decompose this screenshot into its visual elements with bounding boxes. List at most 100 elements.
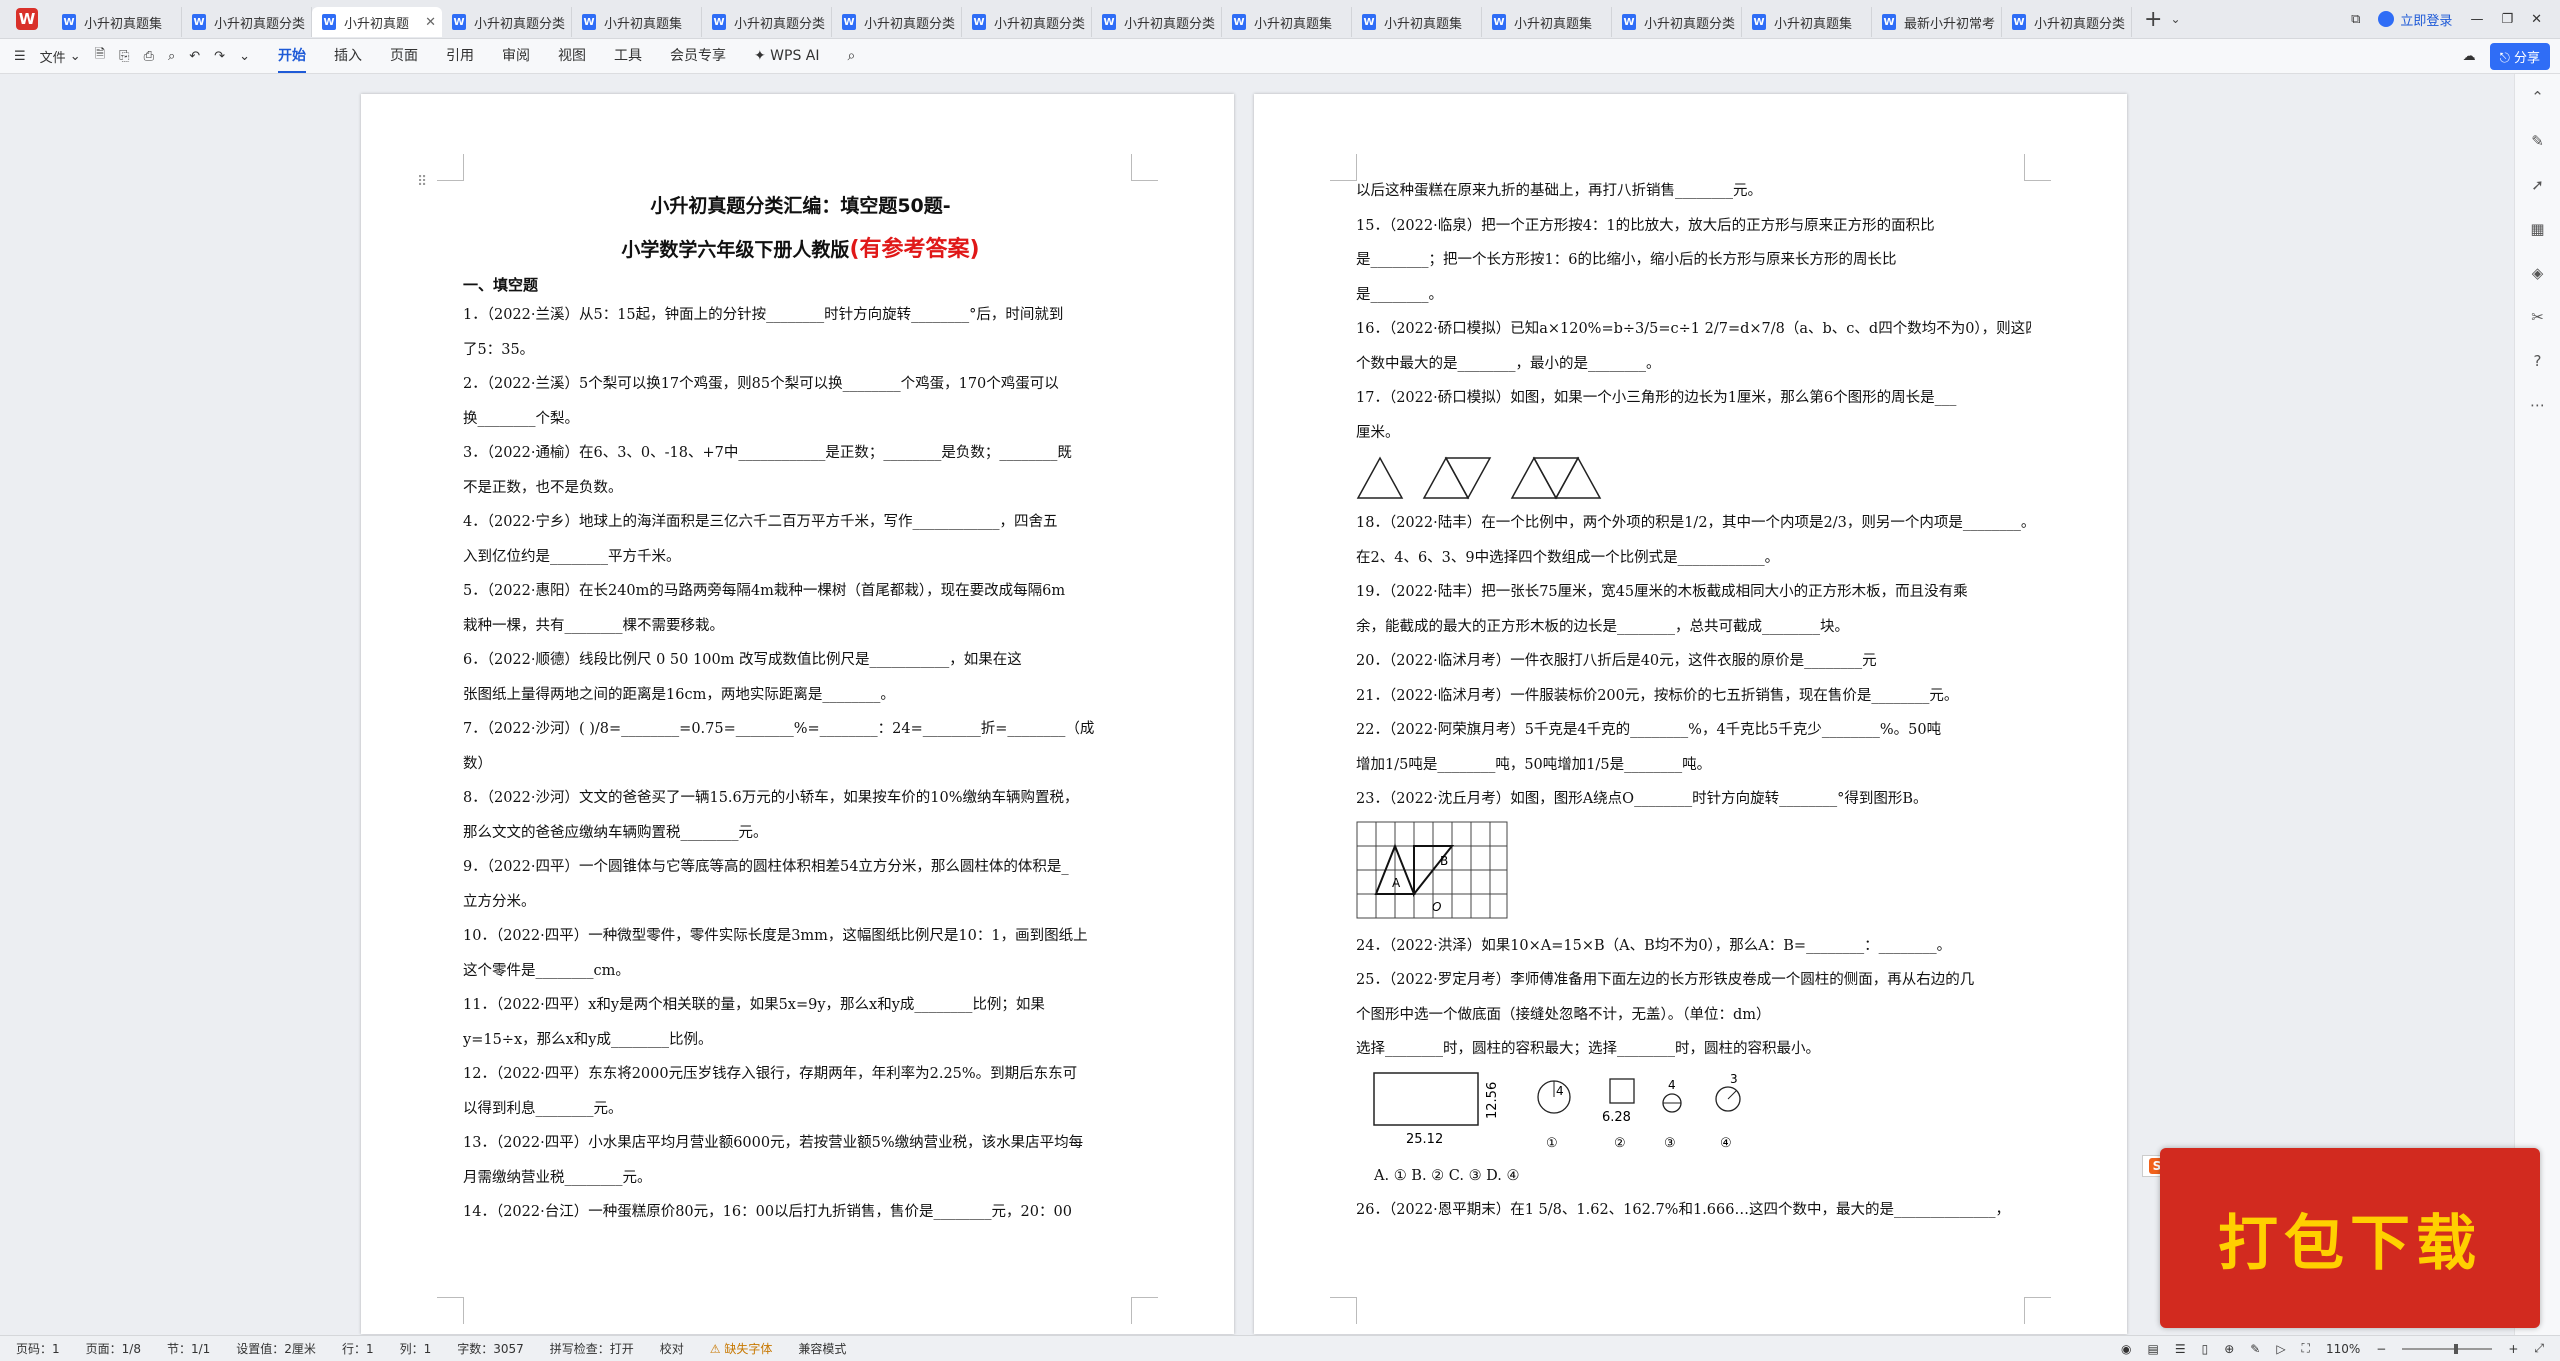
redo-icon[interactable]: ↷ (214, 49, 225, 64)
shape-icon[interactable]: ◈ (2532, 264, 2544, 282)
tab-document[interactable]: W 小升初真题分类 (1092, 7, 1222, 37)
zoom-level[interactable]: 110% (2326, 1342, 2360, 1356)
margin-corner (437, 154, 464, 181)
word-doc-icon: W (452, 14, 466, 30)
web-view-icon[interactable]: ⊕ (2224, 1342, 2234, 1356)
tab-list-chevron-icon[interactable]: ⌄ (2170, 12, 2180, 26)
tab-document[interactable]: W 小升初真题集 (1222, 7, 1352, 37)
wps-logo-icon[interactable]: W (16, 8, 38, 30)
write-mode-icon[interactable]: ✎ (2250, 1342, 2260, 1356)
margin-corner (437, 1297, 464, 1324)
export-pdf-icon[interactable]: ⎘ (119, 49, 129, 64)
minimize-icon[interactable]: — (2470, 12, 2483, 27)
outline-view-icon[interactable]: ☰ (2175, 1342, 2186, 1356)
download-banner[interactable]: 打包下载 (2160, 1148, 2540, 1328)
print-preview-icon[interactable]: ⌕ (168, 49, 175, 64)
status-word-count[interactable]: 字数：3057 (457, 1340, 524, 1357)
tab-document[interactable]: W 小升初真题分类 (702, 7, 832, 37)
read-mode-icon[interactable]: ▯ (2202, 1342, 2209, 1356)
print-icon[interactable]: ⎙ (144, 49, 154, 64)
zoom-in-icon[interactable]: + (2508, 1342, 2518, 1356)
search-icon[interactable]: ⌕ (847, 42, 855, 70)
zoom-out-icon[interactable]: − (2376, 1342, 2386, 1356)
question-line: 3．（2022·通榆）在6、3、0、-18、+7中____________是正数… (463, 445, 1072, 461)
status-proof[interactable]: 校对 (660, 1340, 684, 1357)
select-arrow-icon[interactable]: ➚ (2531, 176, 2544, 194)
tab-document[interactable]: W 小升初真题集 (572, 7, 702, 37)
ribbon-menus: 开始 插入 页面 引用 审阅 视图 工具 会员专享 (250, 39, 726, 73)
menu-tab[interactable]: 开始 (277, 39, 306, 73)
wps-ai-button[interactable]: ✦ WPS AI (754, 42, 820, 70)
menu-tab[interactable]: 视图 (558, 39, 586, 73)
tab-document[interactable]: W 最新小升初常考 (1872, 7, 2002, 37)
word-doc-icon: W (712, 14, 726, 30)
tab-document[interactable]: W 小升初真题分类 (442, 7, 572, 37)
menu-tab[interactable]: 工具 (614, 39, 642, 73)
tab-document[interactable]: W 小升初真题集 (52, 7, 182, 37)
question-line: 以后这种蛋糕在原来九折的基础上，再打八折销售________元。 (1356, 183, 1762, 199)
question-line: 14．（2022·台江）一种蛋糕原价80元，16：00以后打九折销售，售价是__… (463, 1204, 1072, 1220)
save-icon[interactable]: 🗎 (95, 45, 105, 67)
question-line: 9．（2022·四平）一个圆锥体与它等底等高的圆柱体积相差54立方分米，那么圆柱… (463, 859, 1069, 875)
question-line: 个图形中选一个做底面（接缝处忽略不计，无盖）。（单位：dm） (1356, 1006, 1771, 1023)
tab-document[interactable]: W 小升初真题集 (1482, 7, 1612, 37)
login-button[interactable]: 立即登录 (2378, 10, 2452, 29)
restore-icon[interactable]: ❐ (2501, 12, 2513, 27)
question-line: 立方分米。 (463, 893, 536, 910)
tab-document[interactable]: W 小升初真题集 (1352, 7, 1482, 37)
cylinder-figure: 25.12 12.56 4 6.28 4 3 ① ② ③ ④ (1373, 1072, 1741, 1151)
menu-tab[interactable]: 审阅 (502, 39, 530, 73)
question-line: 11．（2022·四平）x和y是两个相关联的量，如果5x=9y，那么x和y成__… (463, 997, 1045, 1013)
status-page-number[interactable]: 页码：1 (16, 1340, 60, 1357)
tab-document[interactable]: W 小升初真题分类 (832, 7, 962, 37)
tab-document[interactable]: W 小升初真题分类 (1612, 7, 1742, 37)
collapse-chevron-icon[interactable]: ⌃ (2531, 88, 2544, 106)
tools-icon[interactable]: ✂ (2531, 308, 2544, 326)
new-tab-plus-icon[interactable]: + (2144, 7, 2162, 32)
file-menu[interactable]: 文件 ⌄ (40, 47, 81, 66)
question-line: 那么文文的爸爸应缴纳车辆购置税________元。 (463, 824, 768, 841)
tab-document[interactable]: W 小升初真题分类 (2002, 7, 2132, 37)
more-icon[interactable]: ⋯ (2530, 396, 2545, 414)
document-page-2[interactable]: 以后这种蛋糕在原来九折的基础上，再打八折销售________元。 15．（2022… (1254, 94, 2127, 1334)
menu-tab[interactable]: 插入 (334, 39, 362, 73)
help-icon[interactable]: ? (2534, 352, 2542, 370)
document-page-1[interactable]: ⠿ 小升初真题分类汇编：填空题50题- 小学数学六年级下册人教版(有参考答案) … (361, 94, 1234, 1334)
tab-label: 小升初真题 (344, 16, 410, 32)
menu-tab[interactable]: 会员专享 (670, 39, 726, 73)
fullscreen-icon[interactable]: ⤢ (2534, 1341, 2544, 1356)
edit-pen-icon[interactable]: ✎ (2531, 132, 2544, 150)
tab-document[interactable]: W 小升初真题分类 (962, 7, 1092, 37)
doc-title: 小升初真题分类汇编：填空题50题- (650, 195, 951, 217)
ribbon-toolbar: ☰ 文件 ⌄ 🗎 ⎘ ⎙ ⌕ ↶ ↷ ⌄ 开始 插入 页面 引用 审阅 视图 工具 会员专享 … (0, 39, 2560, 74)
undo-icon[interactable]: ↶ (189, 49, 200, 64)
menu-hamburger-icon[interactable]: ☰ (14, 49, 26, 64)
status-pages[interactable]: 页面：1/8 (86, 1340, 141, 1357)
share-button[interactable]: ⎋ 分享 (2489, 42, 2550, 70)
menu-tab[interactable]: 引用 (446, 39, 474, 73)
tab-document[interactable]: W 小升初真题分类 (182, 7, 312, 37)
tab-label: 小升初真题分类 (474, 16, 565, 32)
zoom-slider[interactable] (2402, 1343, 2493, 1354)
tab-document[interactable]: W 小升初真题集 (1742, 7, 1872, 37)
play-icon[interactable]: ▷ (2276, 1342, 2285, 1356)
tab-document[interactable]: W 小升初真题 ✕ (312, 7, 442, 37)
page-view-icon[interactable]: ▤ (2147, 1342, 2158, 1356)
cloud-sync-icon[interactable]: ☁ (2463, 49, 2476, 64)
more-chevron-icon[interactable]: ⌄ (239, 49, 250, 64)
menu-tab[interactable]: 页面 (390, 39, 418, 73)
window-mode-icon[interactable]: ⧉ (2351, 12, 2360, 27)
word-doc-icon: W (1362, 14, 1376, 30)
status-missing-font[interactable]: ⚠ 缺失字体 (710, 1340, 773, 1357)
word-doc-icon: W (1622, 14, 1636, 30)
tab-label: 小升初真题集 (1384, 16, 1463, 32)
status-spellcheck[interactable]: 拼写检查：打开 (550, 1340, 634, 1357)
style-icon[interactable]: ▦ (2530, 220, 2544, 238)
fit-icon[interactable]: ⛶ (2302, 1341, 2310, 1356)
close-icon[interactable]: ✕ (2531, 12, 2542, 27)
tab-close-icon[interactable]: ✕ (425, 15, 436, 30)
option-label: ① (1546, 1136, 1558, 1151)
eye-protect-icon[interactable]: ◉ (2121, 1342, 2131, 1356)
drag-handle-icon[interactable]: ⠿ (417, 174, 427, 190)
question-line: 26．（2022·恩平期末）在1 5/8、1.62、162.7%和1.666…这… (1356, 1202, 2010, 1218)
